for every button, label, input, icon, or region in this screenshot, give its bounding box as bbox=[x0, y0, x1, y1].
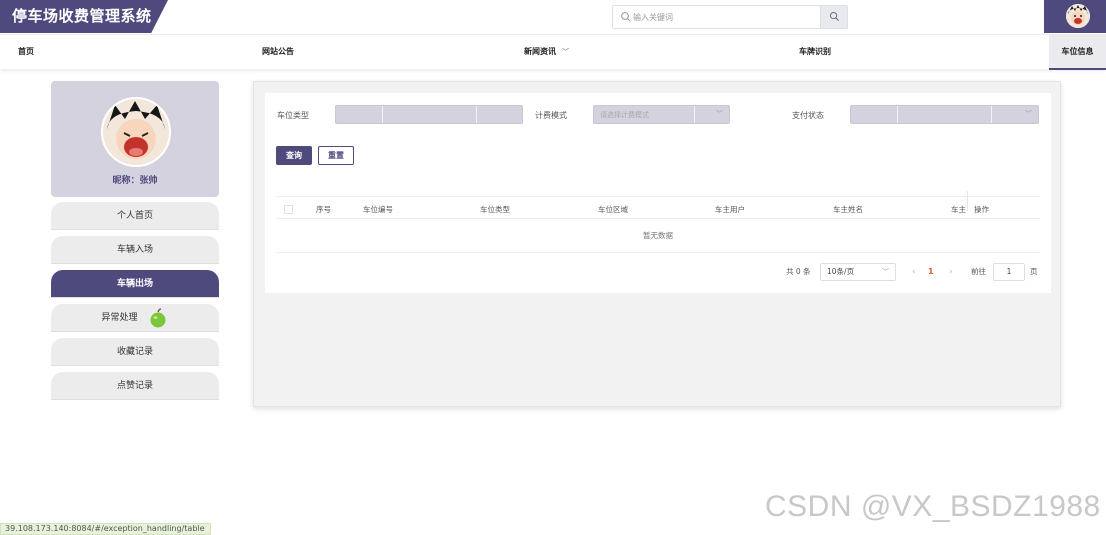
nav-item-label: 车牌识别 bbox=[799, 47, 831, 56]
reset-button[interactable]: 重置 bbox=[318, 146, 354, 165]
nav-item-label: 首页 bbox=[18, 47, 34, 56]
search-icon bbox=[830, 12, 839, 21]
filter-label-mode: 计费模式 bbox=[535, 111, 567, 120]
prev-page-icon[interactable]: ‹ bbox=[912, 263, 916, 281]
query-button[interactable]: 查询 bbox=[276, 146, 312, 165]
search-input[interactable] bbox=[633, 7, 818, 27]
main-nav: 首页 网站公告 新闻资讯 ﹀ 车牌识别 车位信息 bbox=[0, 34, 1106, 70]
column-header: 操作 bbox=[974, 205, 989, 214]
column-header: 车位类型 bbox=[480, 205, 510, 214]
sidebar-item-exception[interactable]: 异常处理 bbox=[51, 304, 219, 332]
search-box bbox=[612, 5, 848, 29]
sidebar-item-likes[interactable]: 点赞记录 bbox=[51, 372, 219, 400]
nav-item-label: 车位信息 bbox=[1061, 47, 1094, 56]
nav-item-news[interactable]: 新闻资讯 ﹀ bbox=[524, 35, 569, 70]
pagination-total: 共 0 条 bbox=[786, 267, 811, 276]
top-bar: 停车场收费管理系统 bbox=[0, 0, 1106, 34]
status-bar-url: 39.108.173.140:8084/#/exception_handling… bbox=[0, 523, 211, 535]
sidebar-item-label: 点赞记录 bbox=[116, 381, 153, 391]
search-button[interactable] bbox=[820, 6, 847, 28]
sidebar-item-profile[interactable]: 个人首页 bbox=[51, 202, 219, 230]
page-suffix: 页 bbox=[1030, 267, 1038, 276]
nav-item-plate-recognition[interactable]: 车牌识别 bbox=[799, 35, 831, 70]
page-size-value: 10条/页 bbox=[827, 267, 855, 276]
sidebar-item-favorites[interactable]: 收藏记录 bbox=[51, 338, 219, 366]
sidebar-item-label: 收藏记录 bbox=[116, 347, 153, 357]
nav-item-home[interactable]: 首页 bbox=[18, 35, 34, 70]
app-title: 停车场收费管理系统 bbox=[0, 0, 168, 33]
column-header: 序号 bbox=[316, 205, 331, 214]
nav-item-label: 网站公告 bbox=[262, 47, 294, 56]
page: 停车场收费管理系统 输入关键词 首页 网站公告 新闻资讯 ﹀ 车牌识别 车位信息… bbox=[0, 0, 1106, 535]
sidebar-item-vehicle-exit[interactable]: 车辆出场 bbox=[51, 270, 219, 298]
empty-state: 暂无数据 bbox=[276, 219, 1040, 253]
column-header: 车主 bbox=[951, 205, 966, 214]
chevron-down-icon: ﹀ bbox=[716, 110, 723, 118]
sidebar-item-label: 异常处理 bbox=[101, 313, 138, 323]
chevron-down-icon: ﹀ bbox=[562, 48, 569, 56]
nav-item-notice[interactable]: 网站公告 bbox=[262, 35, 294, 70]
goto-label: 前往 bbox=[971, 267, 986, 276]
sidebar: 昵称：张帅 个人首页 车辆入场 车辆出场 异常处理 收藏记录 点赞记录 bbox=[51, 81, 219, 400]
sidebar-item-label: 个人首页 bbox=[116, 211, 153, 221]
table-header: 序号 车位编号 车位类型 车位区域 车主用户 车主姓名 车主 操作 bbox=[276, 196, 1040, 219]
sidebar-item-vehicle-entry[interactable]: 车辆入场 bbox=[51, 236, 219, 264]
nav-item-parking-info[interactable]: 车位信息 bbox=[1049, 35, 1106, 70]
apple-icon bbox=[150, 307, 166, 327]
nickname: 昵称：张帅 bbox=[112, 176, 158, 186]
search-icon bbox=[621, 12, 631, 22]
chevron-down-icon: ﹀ bbox=[882, 268, 889, 276]
filter-label-pay: 支付状态 bbox=[792, 111, 824, 120]
next-page-icon[interactable]: › bbox=[949, 263, 953, 281]
goto-page-input[interactable]: 1 bbox=[993, 263, 1025, 281]
type-select[interactable] bbox=[335, 105, 523, 124]
user-avatar-button[interactable] bbox=[1044, 0, 1106, 33]
mode-select[interactable]: 请选择计费模式 ﹀ bbox=[593, 105, 730, 124]
column-header: 车主用户 bbox=[715, 205, 745, 214]
filter-label-type: 车位类型 bbox=[277, 111, 309, 120]
sidebar-item-label: 车辆入场 bbox=[116, 245, 153, 255]
sidebar-item-label: 车辆出场 bbox=[116, 279, 153, 289]
page-number[interactable]: 1 bbox=[928, 263, 934, 281]
profile-card: 昵称：张帅 bbox=[51, 81, 219, 197]
fixed-column-divider bbox=[967, 191, 968, 211]
table-panel: 车位类型 计费模式 请选择计费模式 ﹀ 支付状态 ﹀ 查询 重置 序号 车位编号 bbox=[265, 93, 1051, 293]
column-header: 车位编号 bbox=[363, 205, 393, 214]
watermark: CSDN @VX_BSDZ1988 bbox=[765, 490, 1101, 523]
column-header: 车位区域 bbox=[598, 205, 628, 214]
select-all-checkbox[interactable] bbox=[284, 205, 293, 214]
chevron-down-icon: ﹀ bbox=[1025, 110, 1032, 118]
content-area: 车位类型 计费模式 请选择计费模式 ﹀ 支付状态 ﹀ 查询 重置 序号 车位编号 bbox=[253, 81, 1061, 407]
mode-select-placeholder: 请选择计费模式 bbox=[600, 111, 649, 119]
column-header: 车主姓名 bbox=[833, 205, 863, 214]
avatar bbox=[101, 97, 171, 167]
avatar bbox=[1066, 4, 1090, 28]
page-size-select[interactable]: 10条/页 ﹀ bbox=[820, 263, 896, 281]
nav-item-label: 新闻资讯 bbox=[524, 47, 556, 56]
pay-status-select[interactable]: ﹀ bbox=[850, 105, 1039, 124]
